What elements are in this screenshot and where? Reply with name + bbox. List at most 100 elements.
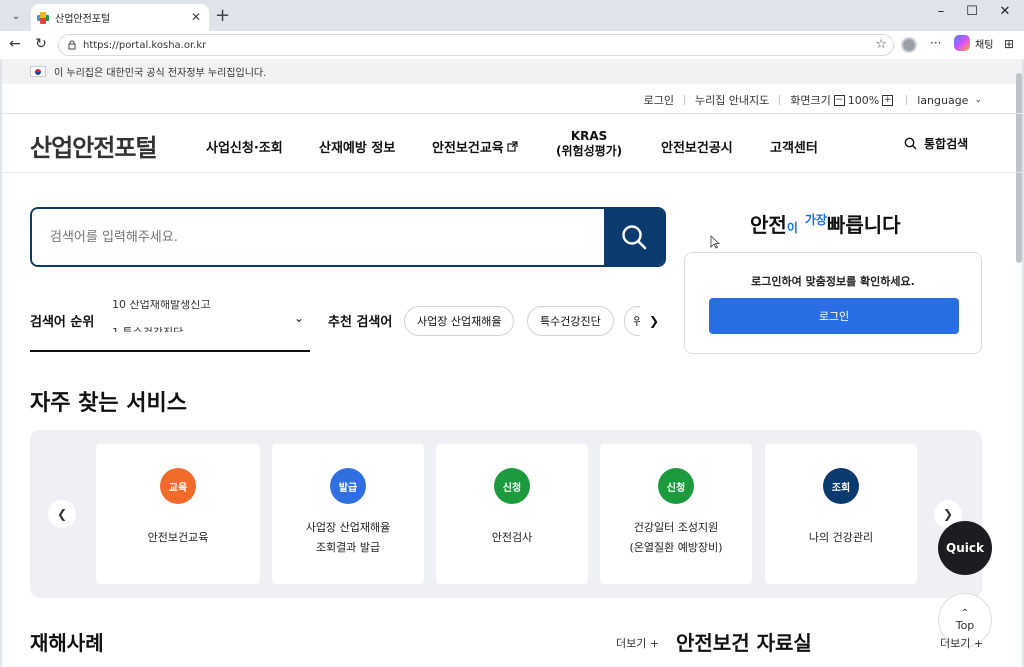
service-label: 건강일터 조성지원 (온열질환 예방장비) <box>600 518 752 558</box>
search-submit-button[interactable] <box>604 209 664 265</box>
search-icon <box>904 137 917 150</box>
section-title-library: 안전보건 자료실 <box>676 631 812 655</box>
zoom-value: 100% <box>847 93 880 107</box>
language-select[interactable]: language <box>917 94 968 107</box>
section-title-services: 자주 찾는 서비스 <box>30 391 187 416</box>
login-card: 로그인하여 맞춤정보를 확인하세요. 로그인 <box>684 252 982 354</box>
chevron-down-icon: ⌄ <box>974 95 982 105</box>
ranking-item[interactable]: 1 특수건강진단 <box>112 324 183 332</box>
service-card[interactable]: 발급 사업장 산업재해율 조회결과 발급 <box>272 444 424 584</box>
tab-list-chevron-icon[interactable]: ⌄ <box>6 6 26 26</box>
fast-title-d: 빠릅니다 <box>826 213 901 237</box>
recommend-chip[interactable]: 특수건강진단 <box>527 306 614 336</box>
nav-item-apply[interactable]: 사업신청·조회 <box>206 137 283 156</box>
quick-menu-button[interactable]: Quick <box>938 521 992 575</box>
accidents-more-link[interactable]: 더보기 + <box>616 635 659 651</box>
service-label-line: (온열질환 예방장비) <box>629 541 723 554</box>
ranking-label: 검색어 순위 <box>30 315 95 330</box>
scroll-top-label: Top <box>955 619 975 632</box>
new-tab-plus-icon[interactable]: + <box>215 5 230 26</box>
nav-kras-line2: (위험성평가) <box>556 144 623 158</box>
nav-item-education[interactable]: 안전보건교육 <box>432 137 518 156</box>
service-label-line: 건강일터 조성지원 <box>633 521 719 534</box>
gov-banner-text: 이 누리집은 대한민국 공식 전자정부 누리집입니다. <box>54 68 267 79</box>
site-info-icon[interactable] <box>67 40 77 50</box>
chevron-right-icon[interactable]: ❯ <box>640 306 668 336</box>
ranking-rolling-list[interactable]: 10 산업재해발생신고 1 특수건강진단 <box>112 300 292 332</box>
gov-banner: 이 누리집은 대한민국 공식 전자정부 누리집입니다. <box>2 59 1022 84</box>
divider <box>906 95 908 105</box>
login-button[interactable]: 로그인 <box>709 298 959 334</box>
service-card[interactable]: 신청 건강일터 조성지원 (온열질환 예방장비) <box>600 444 752 584</box>
search-icon <box>622 225 647 250</box>
browser-tab-active[interactable]: 산업안전포털 ✕ <box>31 4 209 31</box>
address-bar[interactable]: https://portal.kosha.or.kr ☆ <box>58 34 894 56</box>
library-more-link[interactable]: 더보기 + <box>940 635 983 651</box>
sidebar-toggle-icon[interactable]: ⊞ <box>1004 37 1014 51</box>
url-text[interactable]: https://portal.kosha.or.kr <box>83 40 206 51</box>
korea-flag-icon <box>30 66 46 77</box>
service-label-line: 나의 건강관리 <box>808 531 874 544</box>
ranking-item[interactable]: 10 산업재해발생신고 <box>112 300 210 312</box>
zoom-label: 화면크기 <box>790 94 831 107</box>
more-menu-icon[interactable]: ··· <box>930 36 941 50</box>
nav-item-kras[interactable]: KRAS (위험성평가) <box>556 129 622 159</box>
fast-title-a: 안전 <box>750 213 787 237</box>
zoom-out-icon[interactable]: − <box>833 94 845 106</box>
tab-title: 산업안전포털 <box>55 14 111 25</box>
util-login-link[interactable]: 로그인 <box>644 92 674 108</box>
nav-item-education-label: 안전보건교육 <box>432 141 504 156</box>
divider <box>2 172 1022 173</box>
service-label: 안전검사 <box>436 528 588 548</box>
search-input[interactable] <box>32 209 606 265</box>
service-card[interactable]: 신청 안전검사 <box>436 444 588 584</box>
service-label: 사업장 산업재해율 조회결과 발급 <box>272 518 424 558</box>
total-search-button[interactable]: 통합검색 <box>904 135 968 152</box>
nav-item-disclosure[interactable]: 안전보건공시 <box>661 137 733 156</box>
service-card[interactable]: 조회 나의 건강관리 <box>765 444 917 584</box>
total-search-label: 통합검색 <box>924 137 969 151</box>
copilot-button[interactable]: 채팅 <box>954 35 993 51</box>
zoom-in-icon[interactable]: + <box>882 94 894 106</box>
mouse-cursor-icon <box>710 235 720 249</box>
back-arrow-icon[interactable]: ← <box>6 36 24 52</box>
service-label-line: 안전보건교육 <box>147 531 209 544</box>
page-viewport: 이 누리집은 대한민국 공식 전자정부 누리집입니다. 로그인 누리집 안내지도… <box>2 59 1022 667</box>
window-maximize-icon[interactable]: ☐ <box>957 4 987 19</box>
chevron-left-icon[interactable]: ❮ <box>48 500 76 528</box>
service-label-line: 조회결과 발급 <box>315 541 381 554</box>
utility-bar: 로그인 누리집 안내지도 화면크기 − 100% + language ⌄ <box>644 92 982 108</box>
service-badge: 신청 <box>494 468 530 504</box>
recommend-label: 추천 검색어 <box>328 315 393 330</box>
util-sitemap-link[interactable]: 누리집 안내지도 <box>695 92 769 108</box>
copilot-logo-icon <box>954 35 970 51</box>
divider <box>2 113 1022 114</box>
service-badge: 교육 <box>160 468 196 504</box>
window-close-icon[interactable]: ✕ <box>990 4 1020 19</box>
profile-avatar[interactable] <box>901 37 917 53</box>
browser-toolbar: ← ↻ https://portal.kosha.or.kr ☆ ··· 채팅 … <box>0 31 1024 59</box>
service-label-line: 안전검사 <box>491 531 533 544</box>
nav-item-prevention[interactable]: 산재예방 정보 <box>319 137 395 156</box>
site-favicon-icon <box>37 11 49 24</box>
tab-close-icon[interactable]: ✕ <box>191 10 201 24</box>
service-badge: 조회 <box>823 468 859 504</box>
nav-kras-line1: KRAS <box>570 129 608 143</box>
reload-icon[interactable]: ↻ <box>32 36 50 52</box>
browser-tab-strip: ⌄ 산업안전포털 ✕ + – ☐ ✕ <box>0 0 1024 31</box>
services-carousel: ❮ 교육 안전보건교육 발급 사업장 산업재해율 조회결과 발급 신청 안전검사 … <box>30 430 982 598</box>
window-minimize-icon[interactable]: – <box>926 4 956 19</box>
recommend-chip[interactable]: 사업장 산업재해율 <box>404 306 515 336</box>
more-label: 더보기 <box>616 637 647 650</box>
bookmark-star-icon[interactable]: ☆ <box>875 37 887 52</box>
service-badge: 발급 <box>330 468 366 504</box>
nav-item-support[interactable]: 고객센터 <box>770 137 818 156</box>
site-logo[interactable]: 산업안전포털 <box>30 128 157 163</box>
service-card[interactable]: 교육 안전보건교육 <box>96 444 260 584</box>
divider <box>779 95 781 105</box>
copilot-label: 채팅 <box>975 39 994 51</box>
fast-title-b: 이 <box>786 221 798 235</box>
ranking-expand-chevron-icon[interactable]: ⌄ <box>294 311 304 325</box>
divider <box>683 95 685 105</box>
page-scrollbar[interactable] <box>1016 73 1022 263</box>
